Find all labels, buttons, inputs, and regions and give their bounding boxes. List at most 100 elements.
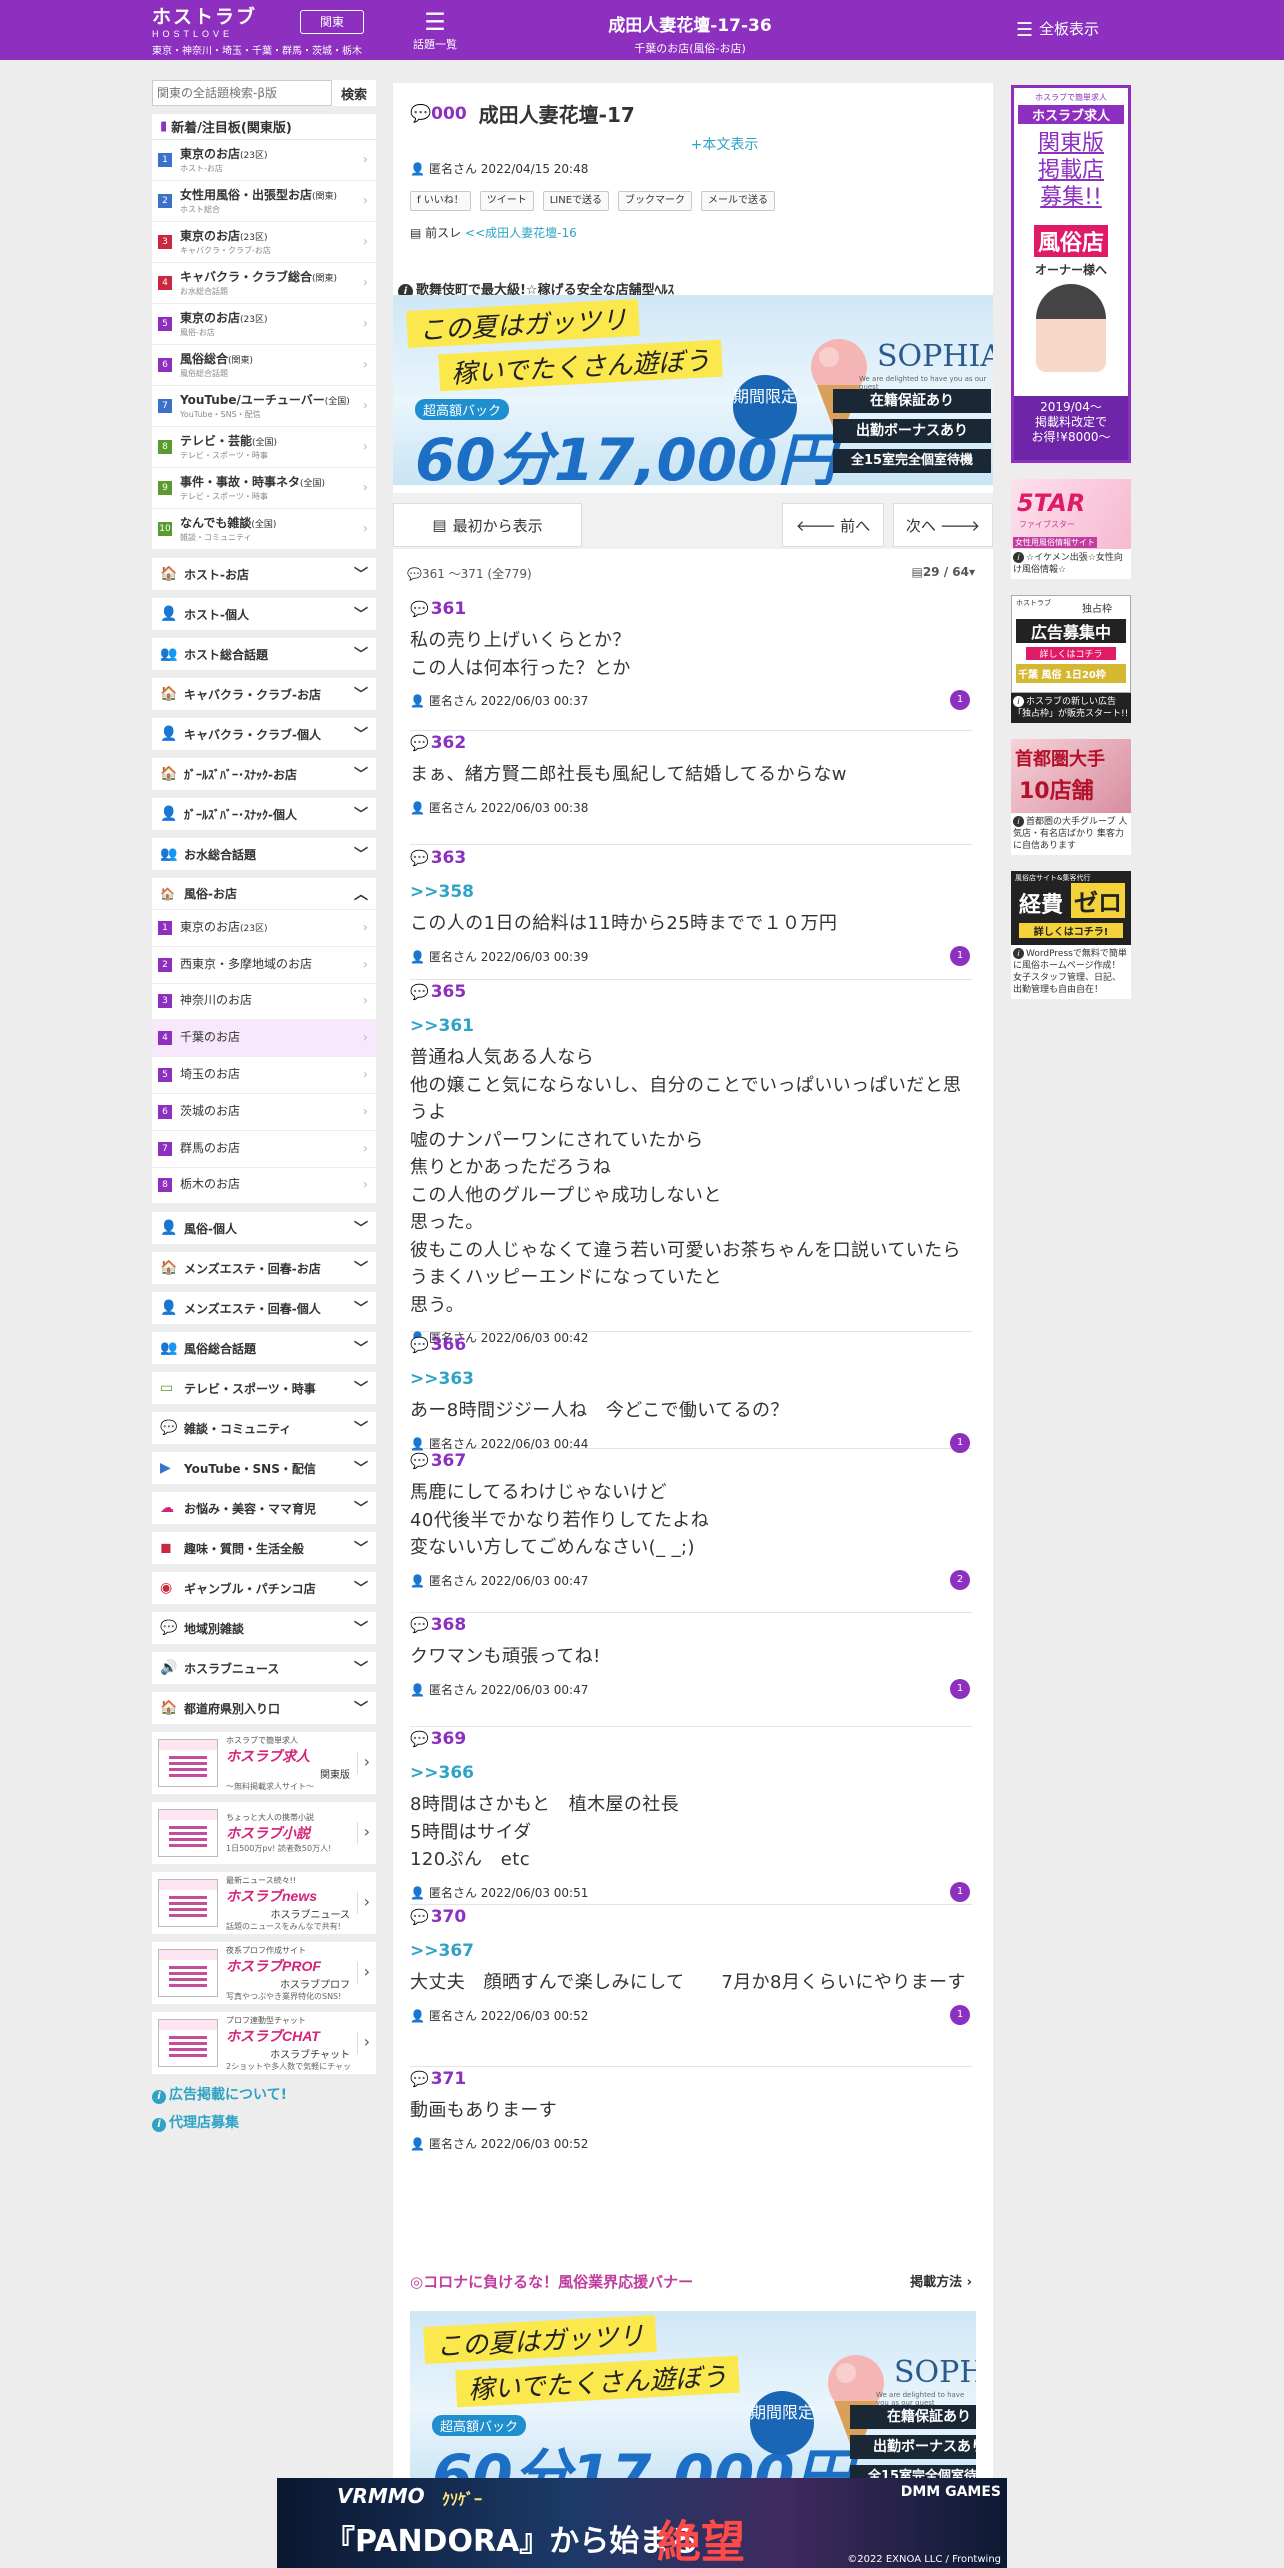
category-item[interactable]: 🏠 キャバクラ・クラブ-お店 ﹀ (152, 678, 376, 710)
bookmark-button[interactable]: ブックマーク (618, 191, 693, 211)
bottom-game-ad[interactable]: VRMMO ｸｿｹﾞｰ 『PANDORA』から始まる 絶望 DMM GAMES … (277, 2478, 1007, 2568)
new-board-item[interactable]: 5 東京のお店(23区) 風俗-お店 › (152, 304, 376, 345)
service-banner[interactable]: 夜系プロフ作成サイト ホスラブPROF ホスラブプロフ 写真やつぶやき業界特化の… (152, 1942, 376, 2005)
ad-info-link[interactable]: i 広告掲載について! (152, 2084, 376, 2105)
agency-link[interactable]: i 代理店募集 (152, 2112, 376, 2133)
fudo-heading[interactable]: 🏠 風俗-お店 ︿ (152, 878, 376, 910)
chevron-right-icon: › (362, 521, 368, 537)
reply-count-badge[interactable]: 2 (950, 1569, 970, 1590)
category-item[interactable]: ☁ お悩み・美容・ママ育児 ﹀ (152, 1492, 376, 1525)
reply-count-badge[interactable]: 1 (950, 1432, 970, 1453)
category-item[interactable]: 👤 ホスト-個人 ﹀ (152, 598, 376, 630)
right-ad-exclusive[interactable]: ホストラブ 独占枠 広告募集中 詳しくはコチラ 千葉 風俗 1日20枠 i ホスラ… (1011, 595, 1131, 723)
category-item[interactable]: 👤 メンズエステ・回春-個人 ﹀ (152, 1292, 376, 1325)
new-board-item[interactable]: 3 東京のお店(23区) キャバクラ・クラブ-お店 › (152, 222, 376, 263)
category-item[interactable]: 🏠 ｶﾞｰﾙｽﾞﾊﾞｰ･ｽﾅｯｸ-お店 ﹀ (152, 758, 376, 790)
category-item[interactable]: ◉ ギャンブル・パチンコ店 ﹀ (152, 1572, 376, 1605)
reply-count-badge[interactable]: 1 (950, 690, 970, 710)
fudo-board-item[interactable]: 4 千葉のお店 › (152, 1020, 376, 1058)
reply-count-badge[interactable]: 1 (950, 945, 970, 966)
fudo-board-item[interactable]: 6 茨城のお店 › (152, 1094, 376, 1131)
new-board-item[interactable]: 1 東京のお店(23区) ホスト-お店 › (152, 140, 376, 181)
service-banner[interactable]: ホスラブで簡単求人 ホスラブ求人 関東版 ～無料掲載求人サイト～ › (152, 1732, 376, 1795)
right-ad-5star[interactable]: 5TAR ファイブスター 女性用風俗情報サイト i ☆イケメン出張☆女性向け風俗情… (1011, 479, 1131, 579)
post-number[interactable]: 💬 366 (410, 1335, 972, 1355)
post-number[interactable]: 💬 365 (410, 982, 972, 1002)
right-ad-shutoken[interactable]: 首都圏大手 10店舗 i 首都圏の大手グループ 人気店・有名店ばかり 集客力に自信… (1011, 739, 1131, 855)
tweet-button[interactable]: ツイート (479, 191, 534, 211)
category-item[interactable]: 👥 ホスト総合話題 ﹀ (152, 638, 376, 670)
service-banner[interactable]: プロフ連動型チャット ホスラブCHAT ホスラブチャット 2ショットや多人数で気… (152, 2012, 376, 2075)
category-item[interactable]: ▶ YouTube・SNS・配信 ﹀ (152, 1452, 376, 1485)
next-page-button[interactable]: 次へ 🡒 (893, 503, 993, 547)
chevron-right-icon: › (362, 234, 368, 250)
service-banner[interactable]: ちょっと大人の携帯小説 ホスラブ小説 1日500万pv! 読者数50万人! › (152, 1802, 376, 1865)
post-number[interactable]: 💬 361 (410, 599, 972, 619)
post-number[interactable]: 💬 369 (410, 1729, 972, 1749)
reply-anchor-link[interactable]: >>367 (410, 1941, 972, 1961)
page-indicator[interactable]: ▤29 / 64▾ (911, 565, 975, 579)
post-number[interactable]: 💬 362 (410, 733, 972, 753)
new-board-item[interactable]: 10 なんでも雑談(全国) 雑談・コミュニティ › (152, 509, 376, 550)
line-share-button[interactable]: LINEで送る (542, 191, 610, 211)
reply-anchor-link[interactable]: >>366 (410, 1763, 972, 1783)
fudo-board-item[interactable]: 2 西東京・多摩地域のお店 › (152, 947, 376, 984)
fudo-board-item[interactable]: 3 神奈川のお店 › (152, 984, 376, 1021)
right-ad-wordpress[interactable]: 風俗店サイト&集客代行 経費 ゼロ 詳しくはコチラ! i WordPressで無料… (1011, 871, 1131, 999)
fudo-board-item[interactable]: 8 栃木のお店 › (152, 1168, 376, 1205)
all-boards-button[interactable]: ☰ 全板表示 (1016, 18, 1099, 41)
new-board-item[interactable]: 8 テレビ・芸能(全国) テレビ・スポーツ・時事 › (152, 427, 376, 468)
post-number[interactable]: 💬 363 (410, 848, 972, 868)
facebook-like-button[interactable]: f いいね！ (410, 191, 471, 211)
post-number[interactable]: 💬 371 (410, 2069, 972, 2089)
search-input[interactable] (152, 80, 332, 106)
prev-thread-link[interactable]: <<成田人妻花壇-16 (465, 226, 577, 240)
category-item[interactable]: 💬 地域別雑談 ﹀ (152, 1612, 376, 1645)
new-board-item[interactable]: 2 女性用風俗・出張型お店(関東) ホスト総合 › (152, 181, 376, 222)
prev-page-button[interactable]: 🡐 前へ (782, 503, 884, 547)
category-item[interactable]: 🏠 都道府県別入り口 ﹀ (152, 1692, 376, 1725)
new-board-item[interactable]: 7 YouTube/ユーチューバー(全国) YouTube・SNS・配信 › (152, 386, 376, 427)
category-item[interactable]: 🏠 ホスト-お店 ﹀ (152, 558, 376, 590)
right-ad-recruit[interactable]: ホスラブで簡単求人 ホスラブ求人 関東版 掲載店 募集!! 風俗店 オーナー様へ 2… (1011, 85, 1131, 463)
category-item[interactable]: 👤 キャバクラ・クラブ-個人 ﹀ (152, 718, 376, 750)
service-thumbnail (158, 1809, 218, 1858)
category-item[interactable]: 👥 お水総合話題 ﹀ (152, 838, 376, 870)
chevron-down-icon: ﹀ (354, 1581, 368, 1598)
show-full-text-link[interactable]: +本文表示 (470, 134, 979, 154)
reply-anchor-link[interactable]: >>358 (410, 882, 972, 902)
reply-count-badge[interactable]: 1 (950, 1678, 970, 1699)
topics-list-button[interactable]: ☰ 話題一覧 (405, 8, 465, 52)
category-item[interactable]: 🔊 ホスラブニュース ﹀ (152, 1652, 376, 1685)
reply-anchor-link[interactable]: >>363 (410, 1369, 972, 1389)
category-item[interactable]: ▭ テレビ・スポーツ・時事 ﹀ (152, 1372, 376, 1405)
first-page-button[interactable]: ▤ 最初から表示 (393, 503, 582, 547)
category-item[interactable]: 👤 風俗-個人 ﹀ (152, 1212, 376, 1245)
post-number[interactable]: 💬 370 (410, 1907, 972, 1927)
fudo-board-item[interactable]: 1 東京のお店(23区) › (152, 910, 376, 947)
category-item[interactable]: 👤 ｶﾞｰﾙｽﾞﾊﾞｰ･ｽﾅｯｸ-個人 ﹀ (152, 798, 376, 830)
post-number[interactable]: 💬 368 (410, 1615, 972, 1635)
category-item[interactable]: ◼ 趣味・質問・生活全般 ﹀ (152, 1532, 376, 1565)
service-banner[interactable]: 最新ニュース続々!! ホスラブnews ホスラブニュース 話題のニュースをみんな… (152, 1872, 376, 1935)
board-label-line: 女性用風俗・出張型お店(関東) (180, 187, 337, 205)
region-button[interactable]: 関東 (300, 10, 364, 34)
category-item[interactable]: 🏠 メンズエステ・回春-お店 ﹀ (152, 1252, 376, 1285)
new-board-item[interactable]: 4 キャバクラ・クラブ総合(関東) お水総合話題 › (152, 263, 376, 304)
fudo-board-item[interactable]: 5 埼玉のお店 › (152, 1057, 376, 1094)
reply-count-badge[interactable]: 1 (950, 1881, 970, 1902)
category-item[interactable]: 👥 風俗総合話題 ﹀ (152, 1332, 376, 1365)
post-number[interactable]: 💬 367 (410, 1451, 972, 1471)
fudo-board-item[interactable]: 7 群馬のお店 › (152, 1131, 376, 1168)
sophia-banner-ad[interactable]: この夏はガッツリ 稼いでたくさん遊ぼう 超高額バック 60分17,000円~ 期… (393, 295, 993, 485)
category-item[interactable]: 💬 雑談・コミュニティ ﹀ (152, 1412, 376, 1445)
ad-method-link[interactable]: 掲載方法 › (910, 2271, 972, 2290)
reply-count-badge[interactable]: 1 (950, 2004, 970, 2025)
sophia-banner-ad-2[interactable]: この夏はガッツリ 稼いでたくさん遊ぼう 超高額バック 60分17,000円~ 期… (410, 2311, 976, 2491)
new-board-item[interactable]: 9 事件・事故・時事ネタ(全国) テレビ・スポーツ・時事 › (152, 468, 376, 509)
pagination-nav: ▤ 最初から表示 🡐 前へ 次へ 🡒 (393, 493, 993, 549)
reply-anchor-link[interactable]: >>361 (410, 1016, 972, 1036)
search-button[interactable]: 検索 (332, 80, 376, 106)
email-share-button[interactable]: メールで送る (701, 191, 776, 211)
new-board-item[interactable]: 6 風俗総合(関東) 風俗総合話題 › (152, 345, 376, 386)
